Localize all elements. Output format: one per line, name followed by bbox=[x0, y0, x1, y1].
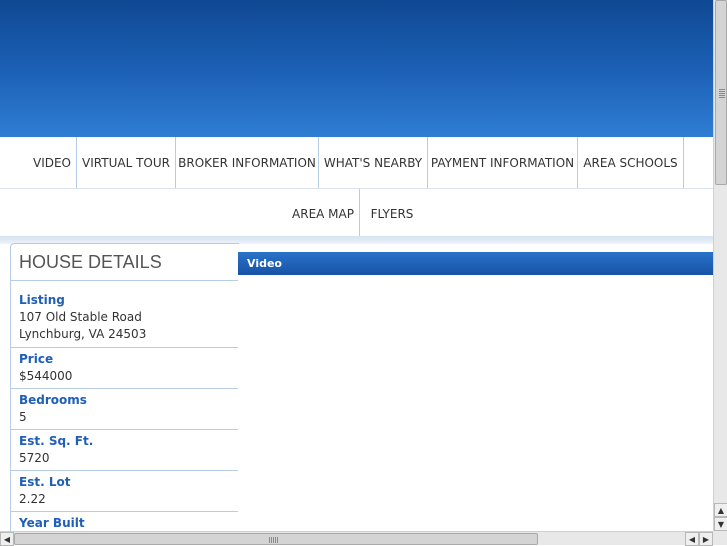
house-details-title: HOUSE DETAILS bbox=[19, 252, 162, 272]
detail-price: Price $544000 bbox=[11, 348, 239, 389]
year-built-label: Year Built bbox=[19, 516, 85, 530]
nav-row-1: VIDEO VIRTUAL TOUR BROKER INFORMATION WH… bbox=[0, 137, 713, 189]
lot-value: 2.22 bbox=[19, 492, 46, 506]
grip-line bbox=[719, 97, 725, 98]
sqft-value: 5720 bbox=[19, 451, 50, 465]
scrollbar-corner bbox=[713, 531, 727, 545]
vertical-scroll-thumb[interactable] bbox=[715, 0, 727, 185]
main-navigation: VIDEO VIRTUAL TOUR BROKER INFORMATION WH… bbox=[0, 137, 713, 239]
lot-label: Est. Lot bbox=[19, 475, 71, 489]
nav-item-flyers[interactable]: FLYERS bbox=[360, 189, 424, 239]
nav-item-virtual-tour[interactable]: VIRTUAL TOUR bbox=[77, 137, 175, 189]
nav-item-area-schools[interactable]: AREA SCHOOLS bbox=[578, 137, 683, 189]
video-panel-header: Video bbox=[238, 252, 713, 275]
price-value: $544000 bbox=[19, 369, 73, 383]
listing-label: Listing bbox=[19, 293, 65, 307]
detail-listing: Listing 107 Old Stable Road Lynchburg, V… bbox=[11, 281, 239, 348]
video-panel: Video bbox=[238, 252, 713, 531]
scroll-up-arrow-icon[interactable]: ▲ bbox=[714, 503, 727, 517]
scroll-left-arrow-icon[interactable]: ◀ bbox=[685, 532, 699, 546]
bedrooms-label: Bedrooms bbox=[19, 393, 87, 407]
nav-item-broker-information[interactable]: BROKER INFORMATION bbox=[176, 137, 318, 189]
grip-line bbox=[719, 91, 725, 92]
nav-item-payment-information[interactable]: PAYMENT INFORMATION bbox=[428, 137, 577, 189]
detail-bedrooms: Bedrooms 5 bbox=[11, 389, 239, 430]
vertical-scrollbar[interactable]: ▲ ▼ bbox=[713, 0, 727, 531]
page-viewport: VIDEO VIRTUAL TOUR BROKER INFORMATION WH… bbox=[0, 0, 713, 531]
header-banner bbox=[0, 0, 713, 137]
price-label: Price bbox=[19, 352, 54, 366]
grip-line bbox=[719, 93, 725, 94]
grip-line bbox=[719, 95, 725, 96]
scroll-right-arrow-icon[interactable]: ▶ bbox=[699, 532, 713, 546]
listing-address-line2: Lynchburg, VA 24503 bbox=[19, 327, 147, 341]
nav-item-area-map[interactable]: AREA MAP bbox=[287, 189, 359, 239]
horizontal-scroll-thumb[interactable] bbox=[14, 533, 538, 545]
grip-line bbox=[275, 537, 276, 543]
scroll-down-arrow-icon[interactable]: ▼ bbox=[714, 517, 727, 531]
listing-address-line1: 107 Old Stable Road bbox=[19, 310, 142, 324]
detail-year-built: Year Built bbox=[11, 512, 239, 531]
detail-sqft: Est. Sq. Ft. 5720 bbox=[11, 430, 239, 471]
nav-separator bbox=[683, 137, 684, 189]
grip-line bbox=[269, 537, 270, 543]
grip-line bbox=[273, 537, 274, 543]
nav-row-2: AREA MAP FLYERS bbox=[0, 189, 713, 239]
house-details-panel: HOUSE DETAILS Listing 107 Old Stable Roa… bbox=[10, 243, 239, 531]
nav-item-whats-nearby[interactable]: WHAT'S NEARBY bbox=[319, 137, 427, 189]
nav-item-video[interactable]: VIDEO bbox=[28, 137, 76, 189]
detail-lot: Est. Lot 2.22 bbox=[11, 471, 239, 512]
sqft-label: Est. Sq. Ft. bbox=[19, 434, 94, 448]
scroll-left-arrow-icon[interactable]: ◀ bbox=[0, 532, 14, 546]
horizontal-scrollbar[interactable]: ◀ ◀ ▶ bbox=[0, 531, 713, 546]
grip-line bbox=[277, 537, 278, 543]
bedrooms-value: 5 bbox=[19, 410, 27, 424]
grip-line bbox=[719, 89, 725, 90]
grip-line bbox=[271, 537, 272, 543]
